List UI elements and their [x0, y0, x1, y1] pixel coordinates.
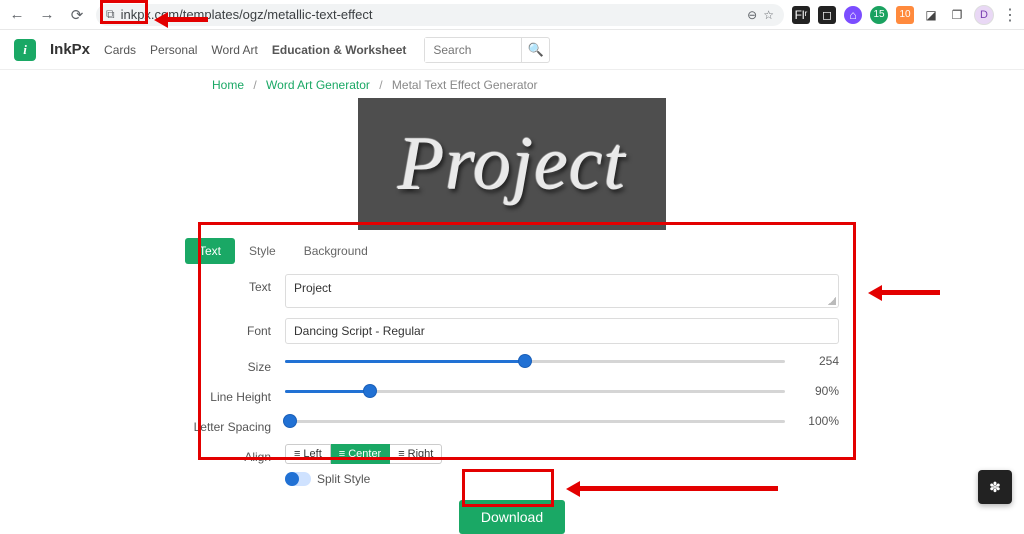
tab-style[interactable]: Style	[235, 238, 290, 264]
site-search: 🔍	[424, 37, 550, 63]
search-button[interactable]: 🔍	[521, 38, 549, 62]
letterspacing-value: 100%	[785, 414, 839, 428]
download-button[interactable]: Download	[459, 500, 565, 534]
forward-button[interactable]: →	[36, 4, 58, 26]
extension-icon[interactable]: ◻	[818, 6, 836, 24]
text-effect-preview: Project	[358, 98, 666, 230]
back-button[interactable]: ←	[6, 4, 28, 26]
site-header: i InkPx Cards Personal Word Art Educatio…	[0, 30, 1024, 70]
splitstyle-label: Split Style	[317, 472, 370, 486]
tab-text[interactable]: Text	[185, 238, 235, 264]
lineheight-value: 90%	[785, 384, 839, 398]
letterspacing-field-row: Letter Spacing 100%	[185, 414, 839, 434]
tab-background[interactable]: Background	[290, 238, 382, 264]
letterspacing-slider[interactable]	[285, 414, 785, 428]
font-label: Font	[185, 318, 285, 338]
nav-link-cards[interactable]: Cards	[104, 43, 136, 57]
align-label: Align	[185, 444, 285, 464]
size-label: Size	[185, 354, 285, 374]
reload-button[interactable]: ⟳	[66, 4, 88, 26]
control-tabs: Text Style Background	[185, 230, 839, 264]
nav-link-education[interactable]: Education & Worksheet	[272, 43, 406, 57]
extension-icon[interactable]: Flʳ	[792, 6, 810, 24]
breadcrumb: Home / Word Art Generator / Metal Text E…	[0, 70, 1024, 98]
nav-link-personal[interactable]: Personal	[150, 43, 197, 57]
extension-icon[interactable]: 15	[870, 6, 888, 24]
extensions-row: Flʳ ◻ ⌂ 15 10 ◪ ❐ D ⋮	[792, 5, 1018, 25]
splitstyle-toggle[interactable]	[285, 472, 311, 486]
download-row: Download	[0, 500, 1024, 534]
browser-toolbar: ← → ⟳ ⧉ inkpx.com/templates/ogz/metallic…	[0, 0, 1024, 30]
splitstyle-row: Split Style	[185, 472, 839, 486]
annotation-arrow	[880, 290, 940, 295]
breadcrumb-link[interactable]: Home	[212, 78, 244, 92]
align-right-button[interactable]: ≡Right	[390, 444, 442, 464]
site-brand[interactable]: InkPx	[50, 41, 90, 58]
lineheight-label: Line Height	[185, 384, 285, 404]
font-select[interactable]: Dancing Script - Regular	[285, 318, 839, 344]
lineheight-slider[interactable]	[285, 384, 785, 398]
url-text: inkpx.com/templates/ogz/metallic-text-ef…	[121, 7, 742, 22]
lineheight-field-row: Line Height 90%	[185, 384, 839, 404]
nav-link-wordart[interactable]: Word Art	[211, 43, 257, 57]
letterspacing-label: Letter Spacing	[185, 414, 285, 434]
textarea-resize-handle[interactable]	[828, 297, 836, 305]
align-center-button[interactable]: ≡Center	[331, 444, 390, 464]
text-value: Project	[294, 281, 331, 295]
site-logo[interactable]: i	[14, 39, 36, 61]
text-field-row: Text Project	[185, 274, 839, 308]
align-center-icon: ≡	[339, 448, 345, 460]
extension-icon[interactable]: 10	[896, 6, 914, 24]
align-right-icon: ≡	[398, 448, 404, 460]
search-input[interactable]	[425, 38, 521, 62]
size-slider[interactable]	[285, 354, 785, 368]
extension-icon[interactable]: ❐	[948, 6, 966, 24]
annotation-arrow	[578, 486, 778, 491]
search-icon: 🔍	[528, 42, 544, 58]
chat-widget[interactable]: ✽	[978, 470, 1012, 504]
preview-text: Project	[398, 121, 626, 208]
address-bar[interactable]: ⧉ inkpx.com/templates/ogz/metallic-text-…	[96, 4, 784, 26]
breadcrumb-link[interactable]: Word Art Generator	[266, 78, 370, 92]
text-textarea[interactable]: Project	[285, 274, 839, 308]
zoom-icon[interactable]: ⊖	[747, 8, 757, 22]
breadcrumb-current: Metal Text Effect Generator	[392, 78, 538, 92]
align-left-button[interactable]: ≡Left	[285, 444, 331, 464]
align-left-icon: ≡	[294, 448, 300, 460]
text-label: Text	[185, 274, 285, 294]
align-field-row: Align ≡Left ≡Center ≡Right	[185, 444, 839, 464]
bookmark-icon[interactable]: ☆	[763, 8, 774, 22]
size-field-row: Size 254	[185, 354, 839, 374]
size-value: 254	[785, 354, 839, 368]
browser-menu-icon[interactable]: ⋮	[1002, 5, 1018, 25]
controls-panel: Text Style Background Text Project Font …	[185, 230, 839, 486]
site-info-icon[interactable]: ⧉	[106, 7, 115, 22]
extension-icon[interactable]: ◪	[922, 6, 940, 24]
extension-icon[interactable]: ⌂	[844, 6, 862, 24]
font-field-row: Font Dancing Script - Regular	[185, 318, 839, 344]
profile-avatar[interactable]: D	[974, 5, 994, 25]
